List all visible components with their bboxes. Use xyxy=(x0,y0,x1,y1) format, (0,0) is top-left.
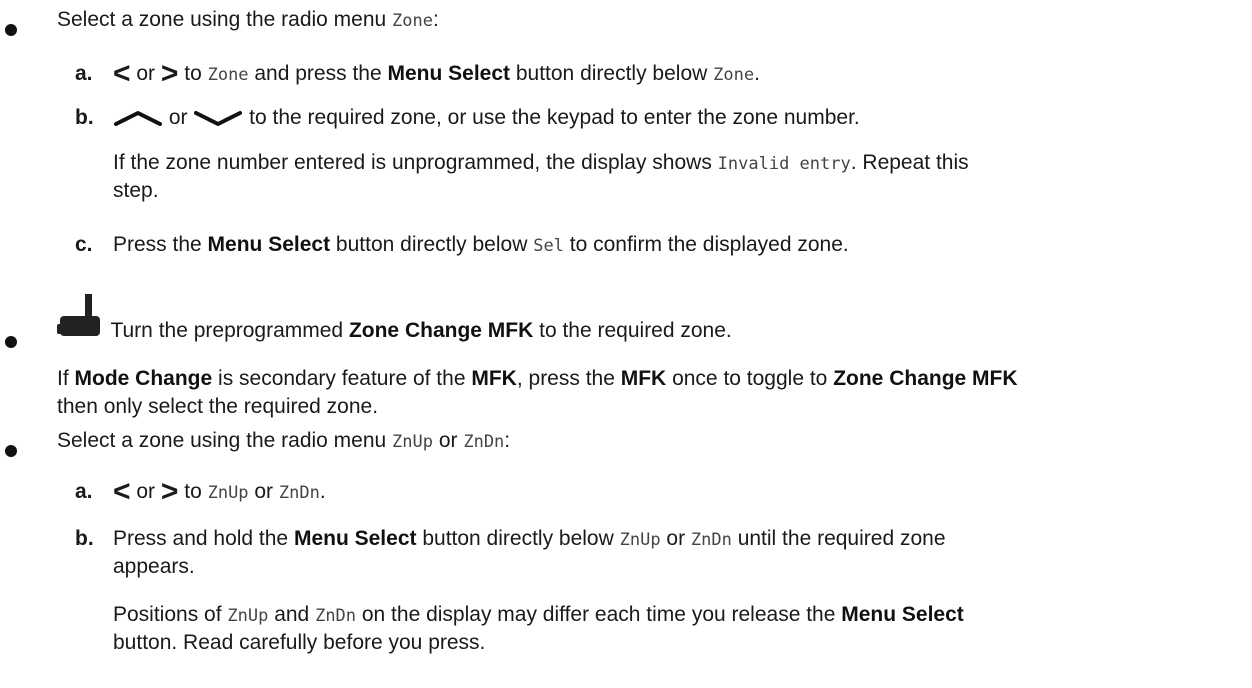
right-arrow-icon: > xyxy=(160,57,179,90)
bullet2-text: Turn the preprogrammed Zone Change MFK t… xyxy=(57,294,732,346)
bullet3-step-b-note-cont: button. Read carefully before you press. xyxy=(113,631,486,654)
bullet3-step-b: Press and hold the Menu Select button di… xyxy=(113,527,946,550)
chevron-down-icon xyxy=(194,111,243,127)
step-letter: b. xyxy=(75,527,94,550)
step-letter: a. xyxy=(75,480,93,503)
step-b-text: or to the required zone, or use the keyp… xyxy=(113,103,860,133)
right-arrow-icon: > xyxy=(160,475,179,508)
bullet3-step-b-cont: appears. xyxy=(113,555,195,578)
step-letter: c. xyxy=(75,233,93,256)
step-b-note-cont: step. xyxy=(113,179,159,202)
bullet1-text: Select a zone using the radio menu Zone: xyxy=(57,8,439,31)
bullet2-note-cont: then only select the required zone. xyxy=(57,395,379,418)
bullet-marker xyxy=(5,336,17,348)
step-letter: a. xyxy=(75,62,93,85)
menu-code: Zone xyxy=(392,11,433,31)
bullet3-step-b-note: Positions of ZnUp and ZnDn on the displa… xyxy=(113,603,964,626)
step-c-text: Press the Menu Select button directly be… xyxy=(113,233,849,256)
chevron-up-icon xyxy=(114,111,162,127)
bullet-marker xyxy=(5,445,17,457)
step-letter: b. xyxy=(75,106,94,129)
left-arrow-icon: < xyxy=(113,57,131,90)
bullet3-text: Select a zone using the radio menu ZnUp … xyxy=(57,429,511,452)
bullet2-note: If Mode Change is secondary feature of t… xyxy=(57,367,1018,390)
step-b-note: If the zone number entered is unprogramm… xyxy=(113,151,969,174)
bullet-marker xyxy=(5,24,17,36)
bullet3-step-a: < or > to ZnUp or ZnDn. xyxy=(113,475,326,508)
step-a-text: < or > to Zone and press the Menu Select… xyxy=(113,57,760,90)
left-arrow-icon: < xyxy=(113,475,131,508)
radio-icon xyxy=(57,294,100,336)
